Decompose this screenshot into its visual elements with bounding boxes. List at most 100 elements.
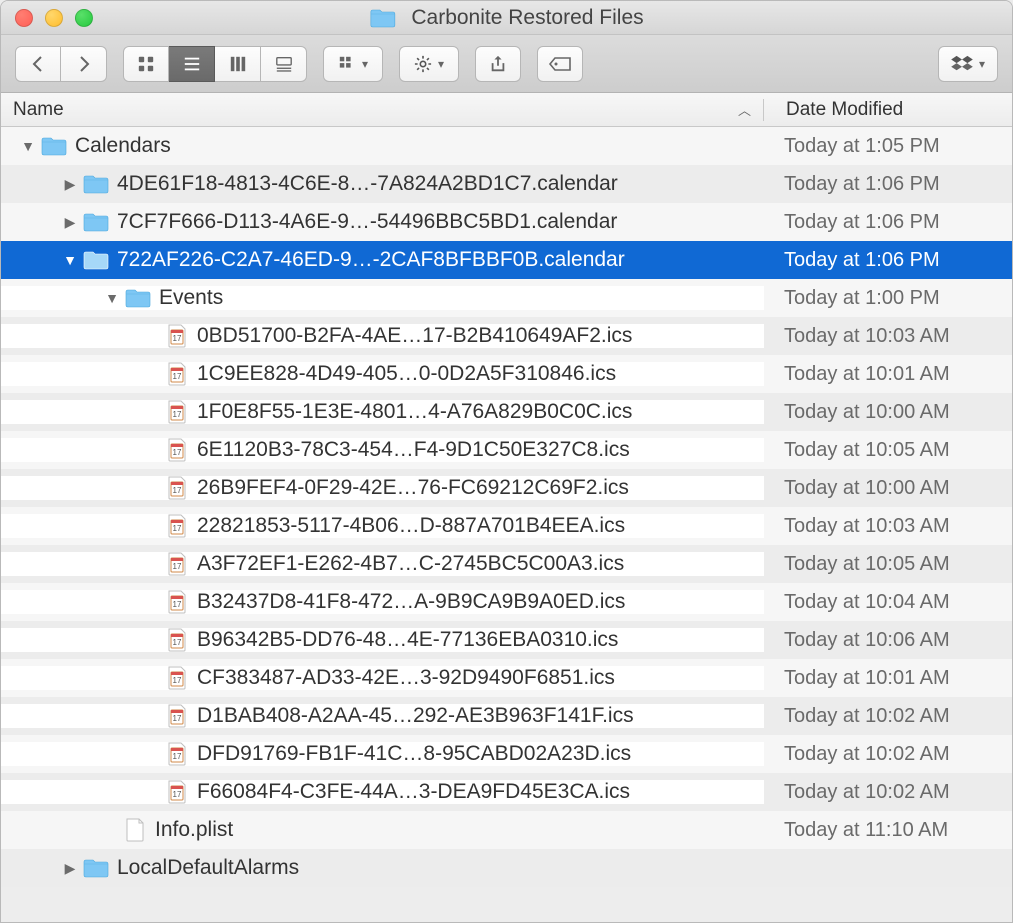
gallery-view-button[interactable] bbox=[261, 46, 307, 82]
list-row[interactable]: ▶ 7CF7F666-D113-4A6E-9…-54496BBC5BD1.cale… bbox=[1, 203, 1012, 241]
toolbar: ▾ ▾ ▾ bbox=[1, 35, 1012, 93]
list-row[interactable]: 6E1120B3-78C3-454…F4-9D1C50E327C8.icsTod… bbox=[1, 431, 1012, 469]
zoom-window-button[interactable] bbox=[75, 9, 93, 27]
date-modified: Today at 1:00 PM bbox=[764, 287, 1012, 310]
file-name: 26B9FEF4-0F29-42E…76-FC69212C69F2.ics bbox=[197, 476, 629, 500]
name-cell: 0BD51700-B2FA-4AE…17-B2B410649AF2.ics bbox=[1, 324, 764, 348]
name-cell: ▶ 7CF7F666-D113-4A6E-9…-54496BBC5BD1.cale… bbox=[1, 210, 764, 234]
date-modified: Today at 10:00 AM bbox=[764, 477, 1012, 500]
list-row[interactable]: Info.plistToday at 11:10 AM bbox=[1, 811, 1012, 849]
date-modified: Today at 10:01 AM bbox=[764, 363, 1012, 386]
column-view-button[interactable] bbox=[215, 46, 261, 82]
folder-icon bbox=[369, 8, 395, 28]
window-title-text: Carbonite Restored Files bbox=[411, 6, 643, 30]
list-row[interactable]: CF383487-AD33-42E…3-92D9490F6851.icsToda… bbox=[1, 659, 1012, 697]
calendar-file-icon bbox=[167, 438, 187, 462]
date-modified: Today at 10:02 AM bbox=[764, 705, 1012, 728]
tags-button[interactable] bbox=[537, 46, 583, 82]
date-modified: Today at 10:04 AM bbox=[764, 591, 1012, 614]
folder-icon bbox=[41, 136, 67, 156]
minimize-window-button[interactable] bbox=[45, 9, 63, 27]
name-cell: ▼722AF226-C2A7-46ED-9…-2CAF8BFBBF0B.cale… bbox=[1, 248, 764, 272]
date-modified: Today at 1:06 PM bbox=[764, 211, 1012, 234]
list-row[interactable]: B32437D8-41F8-472…A-9B9CA9B9A0ED.ics Toda… bbox=[1, 583, 1012, 621]
disclosure-down-icon[interactable]: ▼ bbox=[105, 290, 119, 306]
file-list[interactable]: ▼ Calendars Today at 1:05 PM▶4DE61F18-4813… bbox=[1, 127, 1012, 922]
file-name: D1BAB408-A2AA-45…292-AE3B963F141F.ics bbox=[197, 704, 634, 728]
file-name: Calendars bbox=[75, 134, 171, 158]
column-name[interactable]: Name ︿ bbox=[1, 99, 764, 121]
list-row[interactable]: ▼ Events Today at 1:00 PM bbox=[1, 279, 1012, 317]
dropbox-button[interactable]: ▾ bbox=[938, 46, 998, 82]
column-date[interactable]: Date Modified bbox=[764, 98, 1012, 121]
file-name: 7CF7F666-D113-4A6E-9…-54496BBC5BD1.calen… bbox=[117, 210, 617, 234]
tags-group bbox=[537, 46, 583, 82]
date-modified: Today at 11:10 AM bbox=[764, 819, 1012, 842]
date-modified: Today at 1:06 PM bbox=[764, 249, 1012, 272]
folder-icon bbox=[83, 212, 109, 232]
date-modified: Today at 1:05 PM bbox=[764, 135, 1012, 158]
list-row[interactable]: ▼ Calendars Today at 1:05 PM bbox=[1, 127, 1012, 165]
calendar-file-icon bbox=[167, 362, 187, 386]
list-row[interactable]: 1C9EE828-4D49-405…0-0D2A5F310846.ics Toda… bbox=[1, 355, 1012, 393]
window-title: Carbonite Restored Files bbox=[369, 6, 643, 30]
disclosure-right-icon[interactable]: ▶ bbox=[63, 176, 77, 193]
calendar-file-icon bbox=[167, 780, 187, 804]
folder-icon bbox=[83, 174, 109, 194]
date-modified: Today at 10:01 AM bbox=[764, 667, 1012, 690]
date-modified: Today at 10:03 AM bbox=[764, 325, 1012, 348]
back-button[interactable] bbox=[15, 46, 61, 82]
folder-icon bbox=[83, 858, 109, 878]
date-modified: Today at 10:00 AM bbox=[764, 401, 1012, 424]
list-row[interactable]: B96342B5-DD76-48…4E-77136EBA0310.icsToda… bbox=[1, 621, 1012, 659]
name-cell: 22821853-5117-4B06…D-887A701B4EEA.ics bbox=[1, 514, 764, 538]
file-name: 6E1120B3-78C3-454…F4-9D1C50E327C8.ics bbox=[197, 438, 630, 462]
window-controls bbox=[1, 9, 93, 27]
icon-view-button[interactable] bbox=[123, 46, 169, 82]
list-row[interactable]: A3F72EF1-E262-4B7…C-2745BC5C00A3.icsToda… bbox=[1, 545, 1012, 583]
list-row[interactable]: D1BAB408-A2AA-45…292-AE3B963F141F.ics Tod… bbox=[1, 697, 1012, 735]
forward-button[interactable] bbox=[61, 46, 107, 82]
list-row[interactable]: DFD91769-FB1F-41C…8-95CABD02A23D.ics Toda… bbox=[1, 735, 1012, 773]
name-cell: ▼ Calendars bbox=[1, 134, 764, 158]
file-name: DFD91769-FB1F-41C…8-95CABD02A23D.ics bbox=[197, 742, 631, 766]
document-icon bbox=[125, 818, 145, 842]
view-mode-buttons bbox=[123, 46, 307, 82]
close-window-button[interactable] bbox=[15, 9, 33, 27]
date-modified: Today at 10:02 AM bbox=[764, 743, 1012, 766]
share-button[interactable] bbox=[475, 46, 521, 82]
list-row[interactable]: ▶4DE61F18-4813-4C6E-8…-7A824A2BD1C7.cale… bbox=[1, 165, 1012, 203]
column-name-label: Name bbox=[13, 99, 64, 121]
list-row[interactable]: F66084F4-C3FE-44A…3-DEA9FD45E3CA.icsToda… bbox=[1, 773, 1012, 811]
list-row[interactable]: 1F0E8F55-1E3E-4801…4-A76A829B0C0C.icsTod… bbox=[1, 393, 1012, 431]
file-name: 1C9EE828-4D49-405…0-0D2A5F310846.ics bbox=[197, 362, 616, 386]
titlebar: Carbonite Restored Files bbox=[1, 1, 1012, 35]
disclosure-down-icon[interactable]: ▼ bbox=[63, 252, 77, 268]
name-cell: 26B9FEF4-0F29-42E…76-FC69212C69F2.ics bbox=[1, 476, 764, 500]
name-cell: ▶4DE61F18-4813-4C6E-8…-7A824A2BD1C7.cale… bbox=[1, 172, 764, 196]
file-name: Events bbox=[159, 286, 223, 310]
arrange-button[interactable]: ▾ bbox=[323, 46, 383, 82]
date-modified: Today at 10:05 AM bbox=[764, 553, 1012, 576]
name-cell: ▶LocalDefaultAlarms bbox=[1, 856, 764, 880]
date-modified: Today at 10:02 AM bbox=[764, 781, 1012, 804]
finder-window: Carbonite Restored Files ▾ ▾ bbox=[0, 0, 1013, 923]
list-row[interactable]: ▶LocalDefaultAlarms bbox=[1, 849, 1012, 887]
name-cell: ▼ Events bbox=[1, 286, 764, 310]
nav-buttons bbox=[15, 46, 107, 82]
disclosure-right-icon[interactable]: ▶ bbox=[63, 860, 77, 877]
file-name: B32437D8-41F8-472…A-9B9CA9B9A0ED.ics bbox=[197, 590, 625, 614]
list-row[interactable]: 0BD51700-B2FA-4AE…17-B2B410649AF2.icsTod… bbox=[1, 317, 1012, 355]
calendar-file-icon bbox=[167, 704, 187, 728]
date-modified: Today at 10:03 AM bbox=[764, 515, 1012, 538]
name-cell: B32437D8-41F8-472…A-9B9CA9B9A0ED.ics bbox=[1, 590, 764, 614]
list-view-button[interactable] bbox=[169, 46, 215, 82]
list-row[interactable]: 22821853-5117-4B06…D-887A701B4EEA.icsTod… bbox=[1, 507, 1012, 545]
action-button[interactable]: ▾ bbox=[399, 46, 459, 82]
disclosure-down-icon[interactable]: ▼ bbox=[21, 138, 35, 154]
list-row[interactable]: ▼722AF226-C2A7-46ED-9…-2CAF8BFBBF0B.cale… bbox=[1, 241, 1012, 279]
column-header: Name ︿ Date Modified bbox=[1, 93, 1012, 127]
calendar-file-icon bbox=[167, 742, 187, 766]
list-row[interactable]: 26B9FEF4-0F29-42E…76-FC69212C69F2.ics Tod… bbox=[1, 469, 1012, 507]
disclosure-right-icon[interactable]: ▶ bbox=[63, 214, 77, 231]
